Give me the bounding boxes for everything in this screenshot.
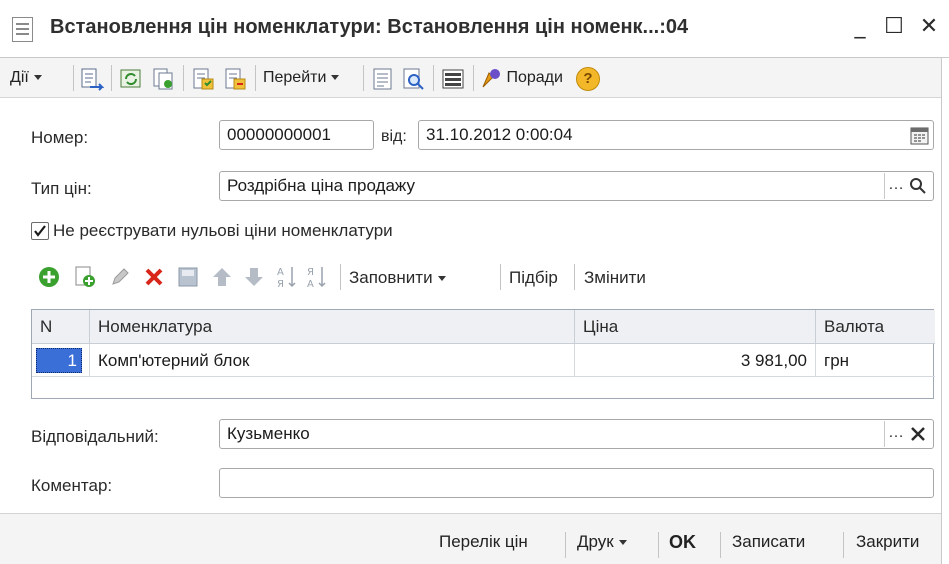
responsible-value: Кузьменко <box>227 424 310 443</box>
chevron-down-icon <box>618 540 627 546</box>
prices-table[interactable]: N Номенклатура Ціна Валюта 1 Комп'ютерни… <box>31 309 935 399</box>
toolbar-divider <box>473 65 474 91</box>
tips-icon <box>480 67 502 89</box>
help-button[interactable]: ? <box>576 67 600 91</box>
chevron-down-icon <box>331 75 340 81</box>
move-down-icon[interactable] <box>243 266 265 288</box>
date-field[interactable]: 31.10.2012 0:00:04 <box>418 120 934 150</box>
sort-ascending-icon[interactable]: AЯ <box>276 264 298 290</box>
svg-text:Я: Я <box>277 279 284 290</box>
calendar-icon[interactable] <box>910 126 929 145</box>
structure-list-icon[interactable] <box>441 67 465 91</box>
toolbar-divider <box>73 65 74 91</box>
window-right-edge <box>941 58 949 564</box>
svg-text:Я: Я <box>307 267 314 278</box>
window-title: Встановлення цін номенклатури: Встановле… <box>50 16 689 38</box>
add-row-icon[interactable] <box>38 266 60 288</box>
save-button[interactable]: Записати <box>732 532 805 552</box>
column-header-currency[interactable]: Валюта <box>816 310 935 344</box>
column-header-item[interactable]: Номенклатура <box>90 310 575 344</box>
number-label: Номер: <box>31 128 89 147</box>
close-window-button[interactable]: ✕ <box>915 12 943 42</box>
unpost-document-icon[interactable] <box>223 67 247 91</box>
copy-row-icon[interactable] <box>74 266 96 288</box>
number-field[interactable]: 00000000001 <box>219 120 374 150</box>
copy-document-icon[interactable] <box>151 67 175 91</box>
preview-search-icon[interactable] <box>401 67 425 91</box>
print-menu-label: Друк <box>577 532 614 551</box>
zero-prices-checkbox[interactable] <box>31 222 49 240</box>
title-bar: Встановлення цін номенклатури: Встановле… <box>0 0 949 58</box>
bottom-divider <box>720 532 721 558</box>
movements-report-icon[interactable] <box>371 67 395 91</box>
maximize-button[interactable]: ☐ <box>880 12 908 42</box>
price-type-value: Роздрібна ціна продажу <box>227 176 415 195</box>
column-header-n[interactable]: N <box>32 310 90 344</box>
svg-text:A: A <box>277 267 284 278</box>
table-cell-price[interactable]: 3 981,00 <box>575 344 816 377</box>
table-toolbar-divider <box>574 264 575 290</box>
actions-menu-label: Дії <box>10 69 29 86</box>
post-document-icon[interactable] <box>191 67 215 91</box>
toolbar-divider <box>111 65 112 91</box>
bottom-divider <box>658 532 659 558</box>
minimize-button[interactable]: _ <box>846 12 874 42</box>
tips-button[interactable]: Поради <box>480 63 563 93</box>
goto-menu-label: Перейти <box>263 69 327 86</box>
chevron-down-icon <box>33 75 42 81</box>
chevron-down-icon <box>437 276 446 282</box>
select-button[interactable]: Підбір <box>509 268 558 288</box>
svg-text:A: A <box>307 279 314 290</box>
table-row-number-cell[interactable]: 1 <box>32 344 90 377</box>
comment-field[interactable] <box>219 468 934 498</box>
responsible-label: Відповідальний: <box>31 427 159 446</box>
edit-pencil-icon[interactable] <box>109 266 131 288</box>
ellipsis-select-button[interactable]: … <box>884 173 907 199</box>
date-from-label: від: <box>381 128 407 145</box>
bottom-divider <box>565 532 566 558</box>
toolbar-divider <box>255 65 256 91</box>
toolbar-divider <box>433 65 434 91</box>
ellipsis-select-button[interactable]: … <box>884 421 907 447</box>
row-number-selected: 1 <box>36 348 82 373</box>
table-toolbar-divider <box>500 264 501 290</box>
checkmark-icon <box>34 225 46 237</box>
responsible-field[interactable]: Кузьменко <box>219 419 934 449</box>
document-icon <box>12 17 33 42</box>
delete-row-icon[interactable] <box>143 266 165 288</box>
fill-menu-label: Заповнити <box>349 268 433 287</box>
change-button[interactable]: Змінити <box>584 268 646 288</box>
column-header-price[interactable]: Ціна <box>575 310 816 344</box>
toolbar-divider <box>363 65 364 91</box>
refresh-icon[interactable] <box>119 67 143 91</box>
tips-label: Поради <box>506 69 563 86</box>
zero-prices-label[interactable]: Не реєструвати нульові ціни номенклатури <box>53 221 393 241</box>
price-list-button[interactable]: Перелік цін <box>439 532 528 552</box>
price-type-field[interactable]: Роздрібна ціна продажу <box>219 171 934 201</box>
end-edit-icon[interactable] <box>177 266 199 288</box>
bottom-divider <box>843 532 844 558</box>
main-toolbar: Дії Перейти Поради ? <box>0 58 949 98</box>
bottom-command-bar: Перелік цін Друк OK Записати Закрити <box>0 513 949 564</box>
price-type-label: Тип цін: <box>31 179 92 198</box>
toolbar-divider <box>183 65 184 91</box>
close-button[interactable]: Закрити <box>856 532 919 552</box>
print-menu[interactable]: Друк <box>577 532 627 552</box>
date-value: 31.10.2012 0:00:04 <box>426 125 573 144</box>
table-cell-currency[interactable]: грн <box>816 344 935 377</box>
fill-menu[interactable]: Заповнити <box>349 268 446 288</box>
ok-button[interactable]: OK <box>669 532 696 553</box>
sort-descending-icon[interactable]: ЯA <box>306 264 328 290</box>
actions-menu[interactable]: Дії <box>10 63 42 93</box>
post-and-close-icon[interactable] <box>80 67 105 91</box>
search-icon[interactable] <box>908 176 928 196</box>
move-up-icon[interactable] <box>211 266 233 288</box>
table-toolbar-divider <box>340 264 341 290</box>
comment-label: Коментар: <box>31 476 113 495</box>
goto-menu[interactable]: Перейти <box>263 63 340 93</box>
clear-icon[interactable] <box>909 425 927 443</box>
table-cell-item[interactable]: Комп'ютерний блок <box>90 344 575 377</box>
